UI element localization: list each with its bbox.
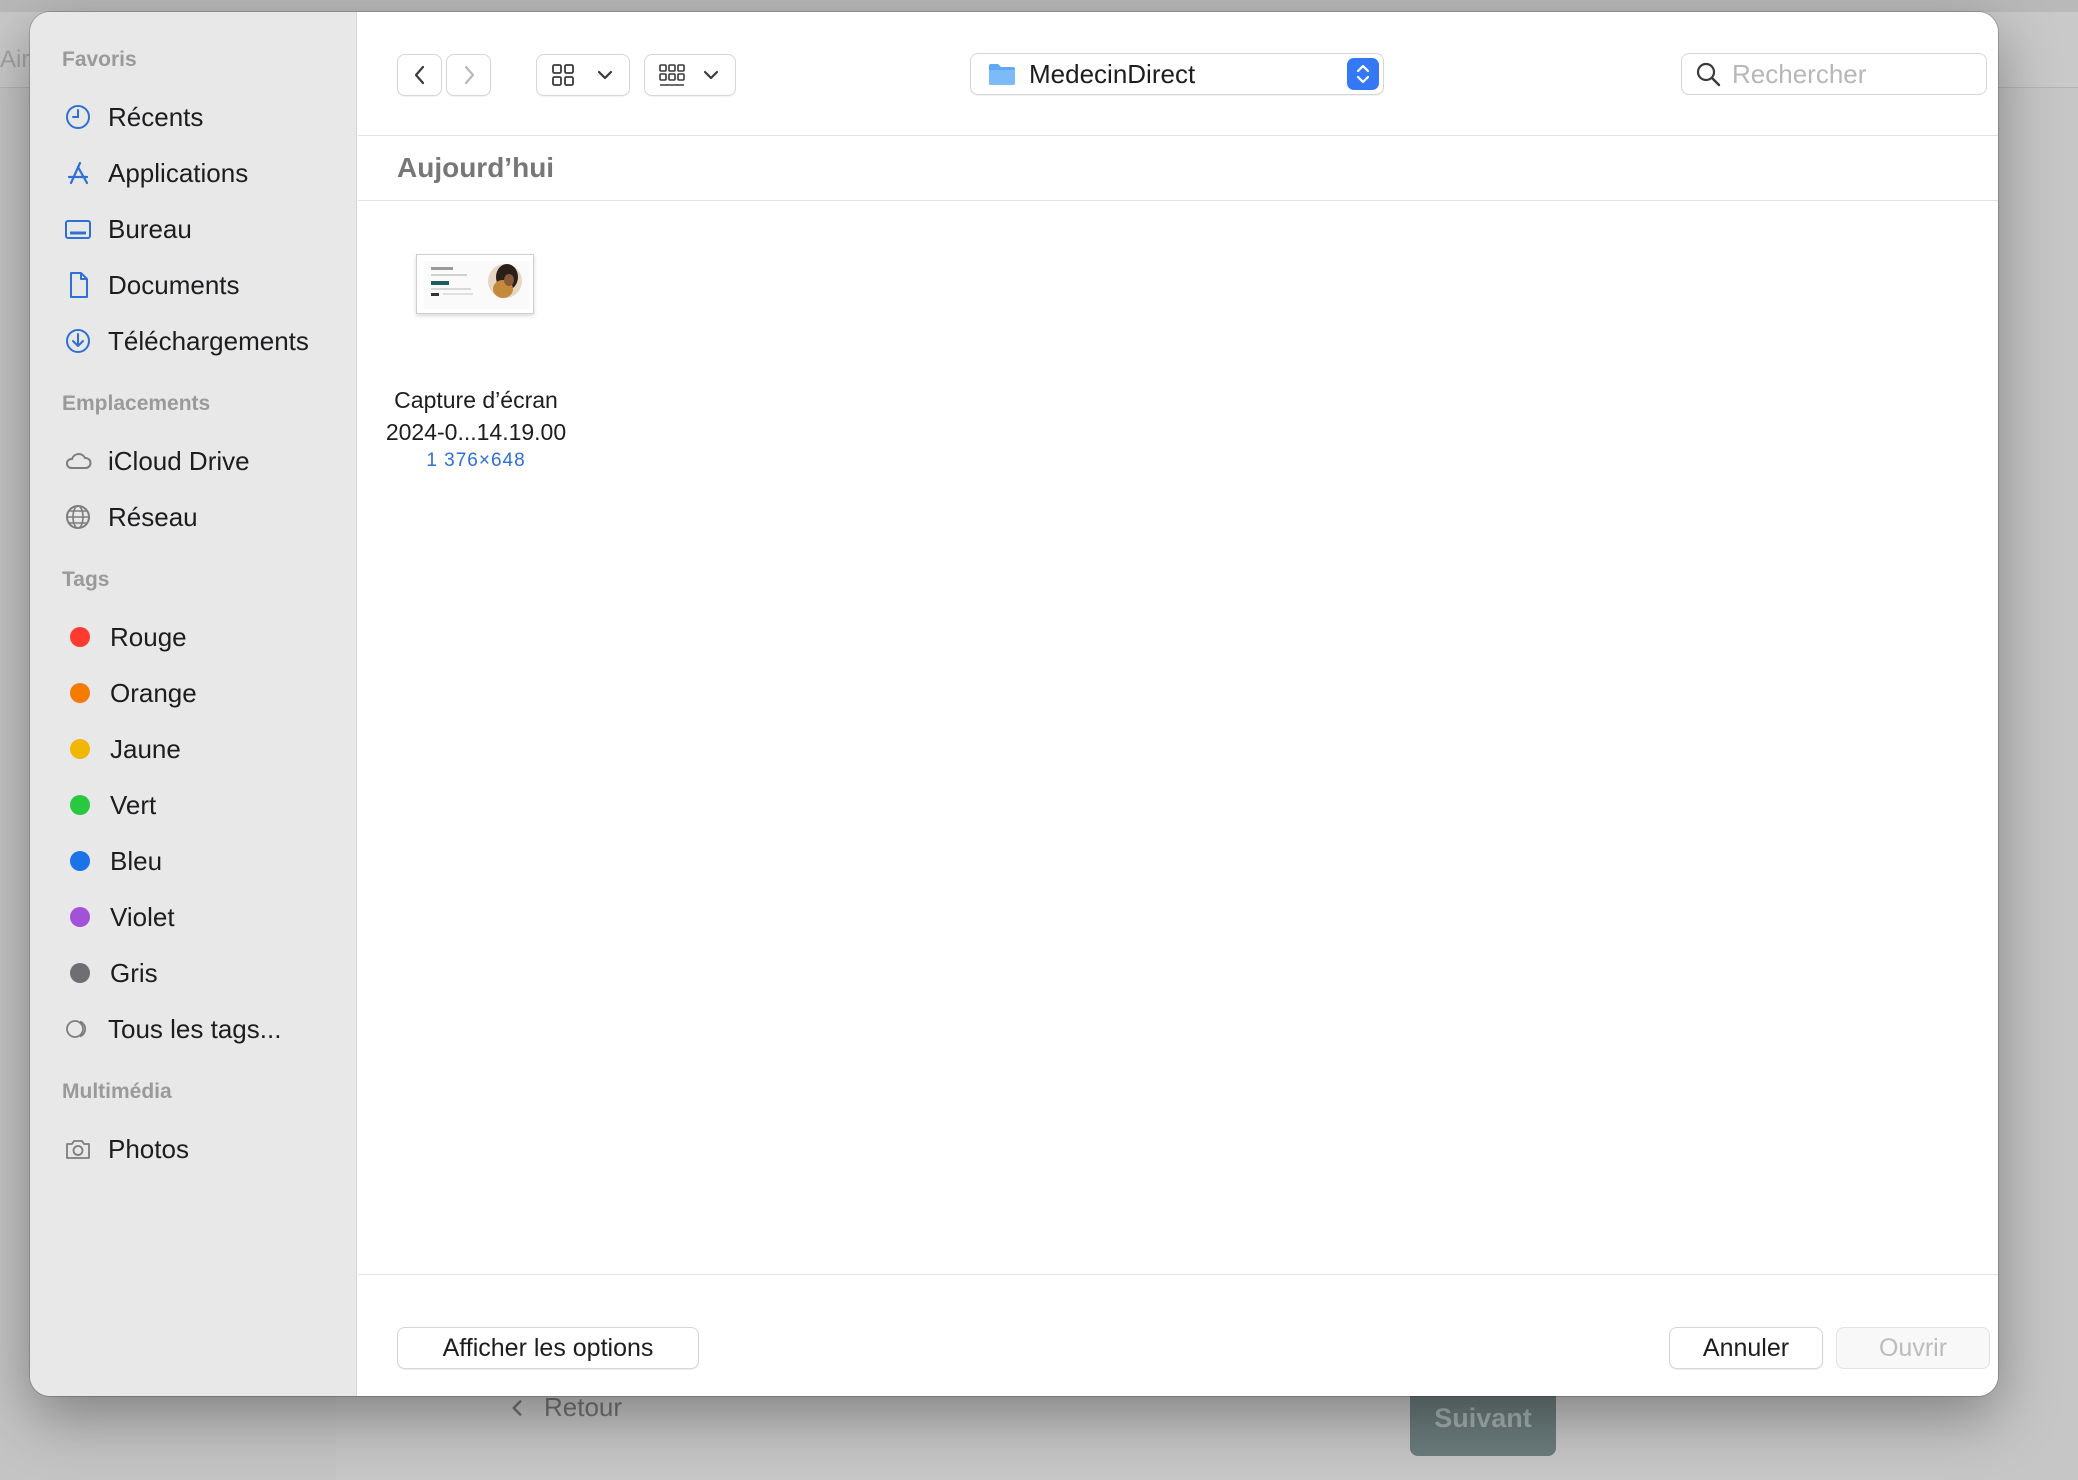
- sidebar-item-label: Téléchargements: [108, 325, 309, 356]
- network-globe-icon: [62, 501, 94, 533]
- sidebar-tag-green[interactable]: Vert: [62, 782, 342, 828]
- search-field[interactable]: [1681, 53, 1987, 95]
- sidebar-item-label: Photos: [108, 1133, 189, 1164]
- sidebar-item-desktop[interactable]: Bureau: [62, 206, 342, 252]
- cancel-button[interactable]: Annuler: [1669, 1327, 1823, 1369]
- open-file-dialog: Favoris Récents Applications Bureau Docu…: [30, 12, 1998, 1396]
- search-icon: [1696, 62, 1721, 87]
- navigation-buttons: [397, 54, 491, 96]
- sidebar-tag-blue[interactable]: Bleu: [62, 838, 342, 884]
- chevron-right-icon: [464, 65, 474, 85]
- sidebar-item-network[interactable]: Réseau: [62, 494, 342, 540]
- up-down-chevron-icon: [1347, 58, 1379, 90]
- folder-location-popup[interactable]: MedecinDirect: [970, 53, 1384, 95]
- camera-icon: [62, 1133, 94, 1165]
- tag-green-dot-icon: [70, 795, 90, 815]
- applications-icon: [62, 157, 94, 189]
- sidebar-item-label: Bleu: [110, 845, 163, 876]
- chevron-down-icon: [597, 70, 613, 80]
- file-name-line-1: Capture d’écran: [394, 387, 558, 413]
- file-thumbnail: [416, 254, 534, 314]
- sidebar-item-recents[interactable]: Récents: [62, 94, 342, 140]
- chevron-left-icon: [414, 65, 424, 85]
- open-button[interactable]: Ouvrir: [1836, 1327, 1990, 1369]
- dialog-footer: Afficher les options Annuler Ouvrir: [358, 1274, 1998, 1396]
- sidebar-tag-yellow[interactable]: Jaune: [62, 726, 342, 772]
- back-button[interactable]: [397, 54, 442, 96]
- current-folder-label: MedecinDirect: [1029, 58, 1196, 89]
- sidebar-section-tags: Tags: [62, 568, 110, 591]
- toolbar: MedecinDirect: [358, 12, 1998, 136]
- sidebar-item-label: Bureau: [108, 213, 192, 244]
- sidebar-item-label: Rouge: [110, 621, 187, 652]
- back-link[interactable]: Retour: [506, 1392, 622, 1423]
- all-tags-icon: [62, 1013, 94, 1045]
- sidebar-item-label: Tous les tags...: [108, 1013, 282, 1044]
- tag-blue-dot-icon: [70, 851, 90, 871]
- tag-yellow-dot-icon: [70, 739, 90, 759]
- sidebar-tag-orange[interactable]: Orange: [62, 670, 342, 716]
- sidebar: Favoris Récents Applications Bureau Docu…: [30, 12, 357, 1396]
- date-group-title: Aujourd’hui: [397, 152, 555, 183]
- file-browser: MedecinDirect Aujourd’hui: [358, 12, 1998, 1396]
- date-group-header: Aujourd’hui: [358, 136, 1998, 201]
- file-name: Capture d’écran 2024-0...14.19.00: [376, 384, 576, 448]
- file-name-line-2: 2024-0...14.19.00: [385, 419, 567, 445]
- sidebar-item-all-tags[interactable]: Tous les tags...: [62, 1006, 342, 1052]
- background-top-bar: [0, 0, 2078, 12]
- file-dimensions: 1 376×648: [426, 450, 526, 471]
- sidebar-item-label: Jaune: [110, 733, 181, 764]
- sidebar-item-label: Récents: [108, 101, 204, 132]
- sidebar-item-documents[interactable]: Documents: [62, 262, 342, 308]
- sidebar-item-label: Applications: [108, 157, 249, 188]
- desktop-icon: [62, 213, 94, 245]
- chevron-down-icon: [703, 70, 719, 80]
- download-icon: [62, 325, 94, 357]
- sidebar-tag-purple[interactable]: Violet: [62, 894, 342, 940]
- group-grid-icon: [659, 64, 685, 86]
- document-icon: [62, 269, 94, 301]
- group-by-button[interactable]: [644, 54, 736, 96]
- sidebar-section-locations: Emplacements: [62, 392, 211, 415]
- chevron-left-icon: [512, 1399, 522, 1416]
- sidebar-tag-red[interactable]: Rouge: [62, 614, 342, 660]
- cloud-icon: [62, 445, 94, 477]
- tag-red-dot-icon: [70, 627, 90, 647]
- sidebar-section-favorites: Favoris: [62, 48, 137, 71]
- sidebar-section-media: Multimédia: [62, 1080, 172, 1103]
- screenshot-thumbnail-image: [423, 261, 529, 309]
- sidebar-item-label: iCloud Drive: [108, 445, 250, 476]
- tag-orange-dot-icon: [70, 683, 90, 703]
- sidebar-item-label: Vert: [110, 789, 157, 820]
- show-options-button[interactable]: Afficher les options: [397, 1327, 699, 1369]
- sidebar-item-label: Violet: [110, 901, 175, 932]
- forward-button[interactable]: [446, 54, 491, 96]
- tag-purple-dot-icon: [70, 907, 90, 927]
- sidebar-item-label: Réseau: [108, 501, 198, 532]
- sidebar-item-label: Gris: [110, 957, 158, 988]
- search-input[interactable]: [1732, 58, 1972, 90]
- sidebar-item-applications[interactable]: Applications: [62, 150, 342, 196]
- view-mode-button[interactable]: [536, 54, 630, 96]
- tag-gray-dot-icon: [70, 963, 90, 983]
- sidebar-item-label: Documents: [108, 269, 240, 300]
- clock-icon: [62, 101, 94, 133]
- sidebar-item-label: Orange: [110, 677, 197, 708]
- folder-icon: [989, 64, 1015, 85]
- icon-view-grid-icon: [552, 64, 574, 86]
- sidebar-item-photos[interactable]: Photos: [62, 1126, 342, 1172]
- sidebar-tag-gray[interactable]: Gris: [62, 950, 342, 996]
- back-link-label: Retour: [544, 1392, 623, 1422]
- sidebar-item-icloud-drive[interactable]: iCloud Drive: [62, 438, 342, 484]
- sidebar-item-downloads[interactable]: Téléchargements: [62, 318, 342, 364]
